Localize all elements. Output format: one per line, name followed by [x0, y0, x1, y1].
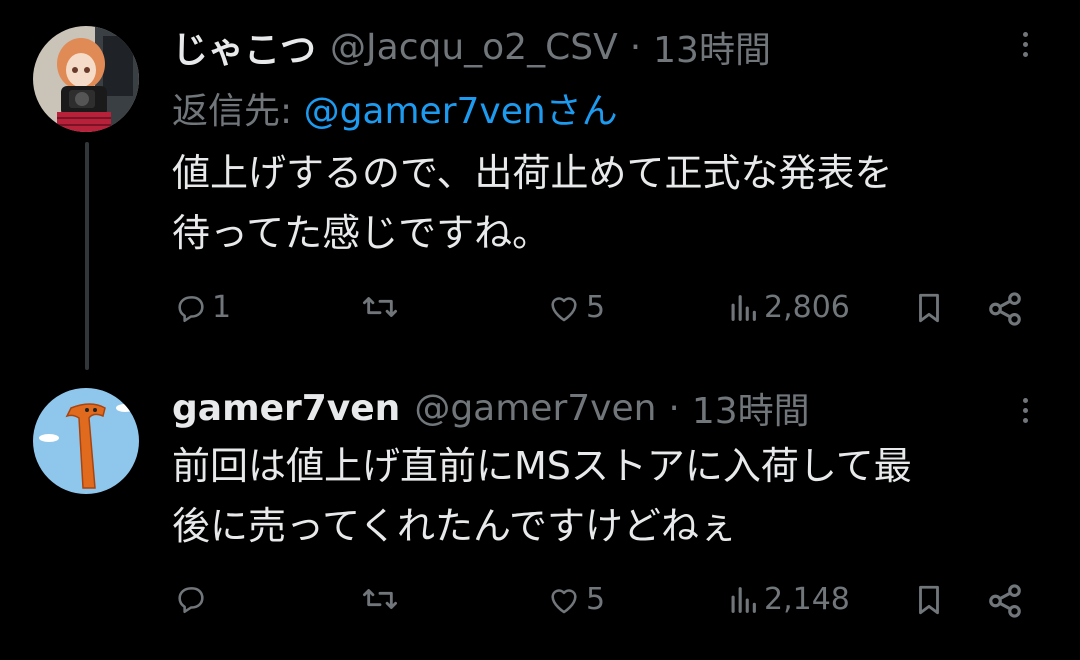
reply-prefix: 返信先:	[172, 91, 304, 132]
bookmark-button[interactable]	[912, 290, 946, 326]
thread-line	[85, 142, 89, 370]
user-handle[interactable]: @gamer7ven	[414, 388, 656, 429]
action-bar: 1 5 2,806	[0, 288, 1080, 332]
more-options-icon[interactable]	[1014, 24, 1036, 64]
bookmark-icon	[919, 293, 939, 323]
heart-icon	[551, 588, 577, 613]
bar-chart-icon	[731, 294, 756, 321]
share-button[interactable]	[986, 290, 1024, 328]
like-count: 5	[586, 582, 606, 617]
retweet-button[interactable]	[360, 582, 404, 616]
reply-mention-link[interactable]: @gamer7venさん	[304, 91, 618, 132]
reply-icon	[178, 295, 204, 322]
orange-tube-man-avatar-icon	[33, 388, 139, 494]
more-options-icon[interactable]	[1014, 390, 1036, 430]
like-button[interactable]: 5	[546, 290, 605, 325]
bookmark-icon	[919, 585, 939, 615]
reply-button[interactable]	[174, 582, 212, 616]
tweet-text: 前回は値上げ直前にMSストアに入荷して最 後に売ってくれたんですけどねぇ	[172, 444, 912, 548]
tweet-header: じゃこつ @Jacqu_o2_CSV · 13時間	[172, 22, 771, 72]
user-handle[interactable]: @Jacqu_o2_CSV	[330, 27, 618, 68]
separator-dot: ·	[629, 26, 642, 68]
views-button[interactable]: 2,148	[726, 582, 850, 617]
avatar[interactable]	[33, 26, 139, 132]
retweet-button[interactable]	[360, 290, 404, 324]
bar-chart-icon	[731, 586, 756, 613]
reply-button[interactable]: 1	[174, 290, 231, 325]
like-button[interactable]: 5	[546, 582, 605, 617]
bookmark-button[interactable]	[912, 582, 946, 618]
retweet-icon	[363, 297, 398, 317]
view-count: 2,806	[764, 290, 850, 325]
display-name[interactable]: じゃこつ	[172, 21, 316, 73]
share-button[interactable]	[986, 582, 1024, 620]
heart-icon	[551, 296, 577, 321]
like-count: 5	[586, 290, 606, 325]
display-name[interactable]: gamer7ven	[172, 388, 400, 429]
reply-to-line: 返信先: @gamer7venさん	[172, 82, 618, 134]
views-button[interactable]: 2,806	[726, 290, 850, 325]
timestamp[interactable]: 13時間	[653, 21, 771, 73]
tweet-header: gamer7ven @gamer7ven · 13時間	[172, 383, 810, 433]
share-icon	[989, 584, 1021, 618]
view-count: 2,148	[764, 582, 850, 617]
avatar[interactable]	[33, 388, 139, 494]
reply-icon	[178, 587, 204, 614]
action-bar: 5 2,148	[0, 580, 1080, 624]
timestamp[interactable]: 13時間	[692, 382, 810, 434]
retweet-icon	[363, 589, 398, 609]
anime-girl-avatar-icon	[33, 26, 139, 132]
tweet-text: 値上げするので、出荷止めて正式な発表を 待ってた感じですね。	[172, 151, 893, 255]
reply-count: 1	[212, 290, 232, 325]
share-icon	[989, 292, 1021, 326]
separator-dot: ·	[668, 387, 680, 429]
